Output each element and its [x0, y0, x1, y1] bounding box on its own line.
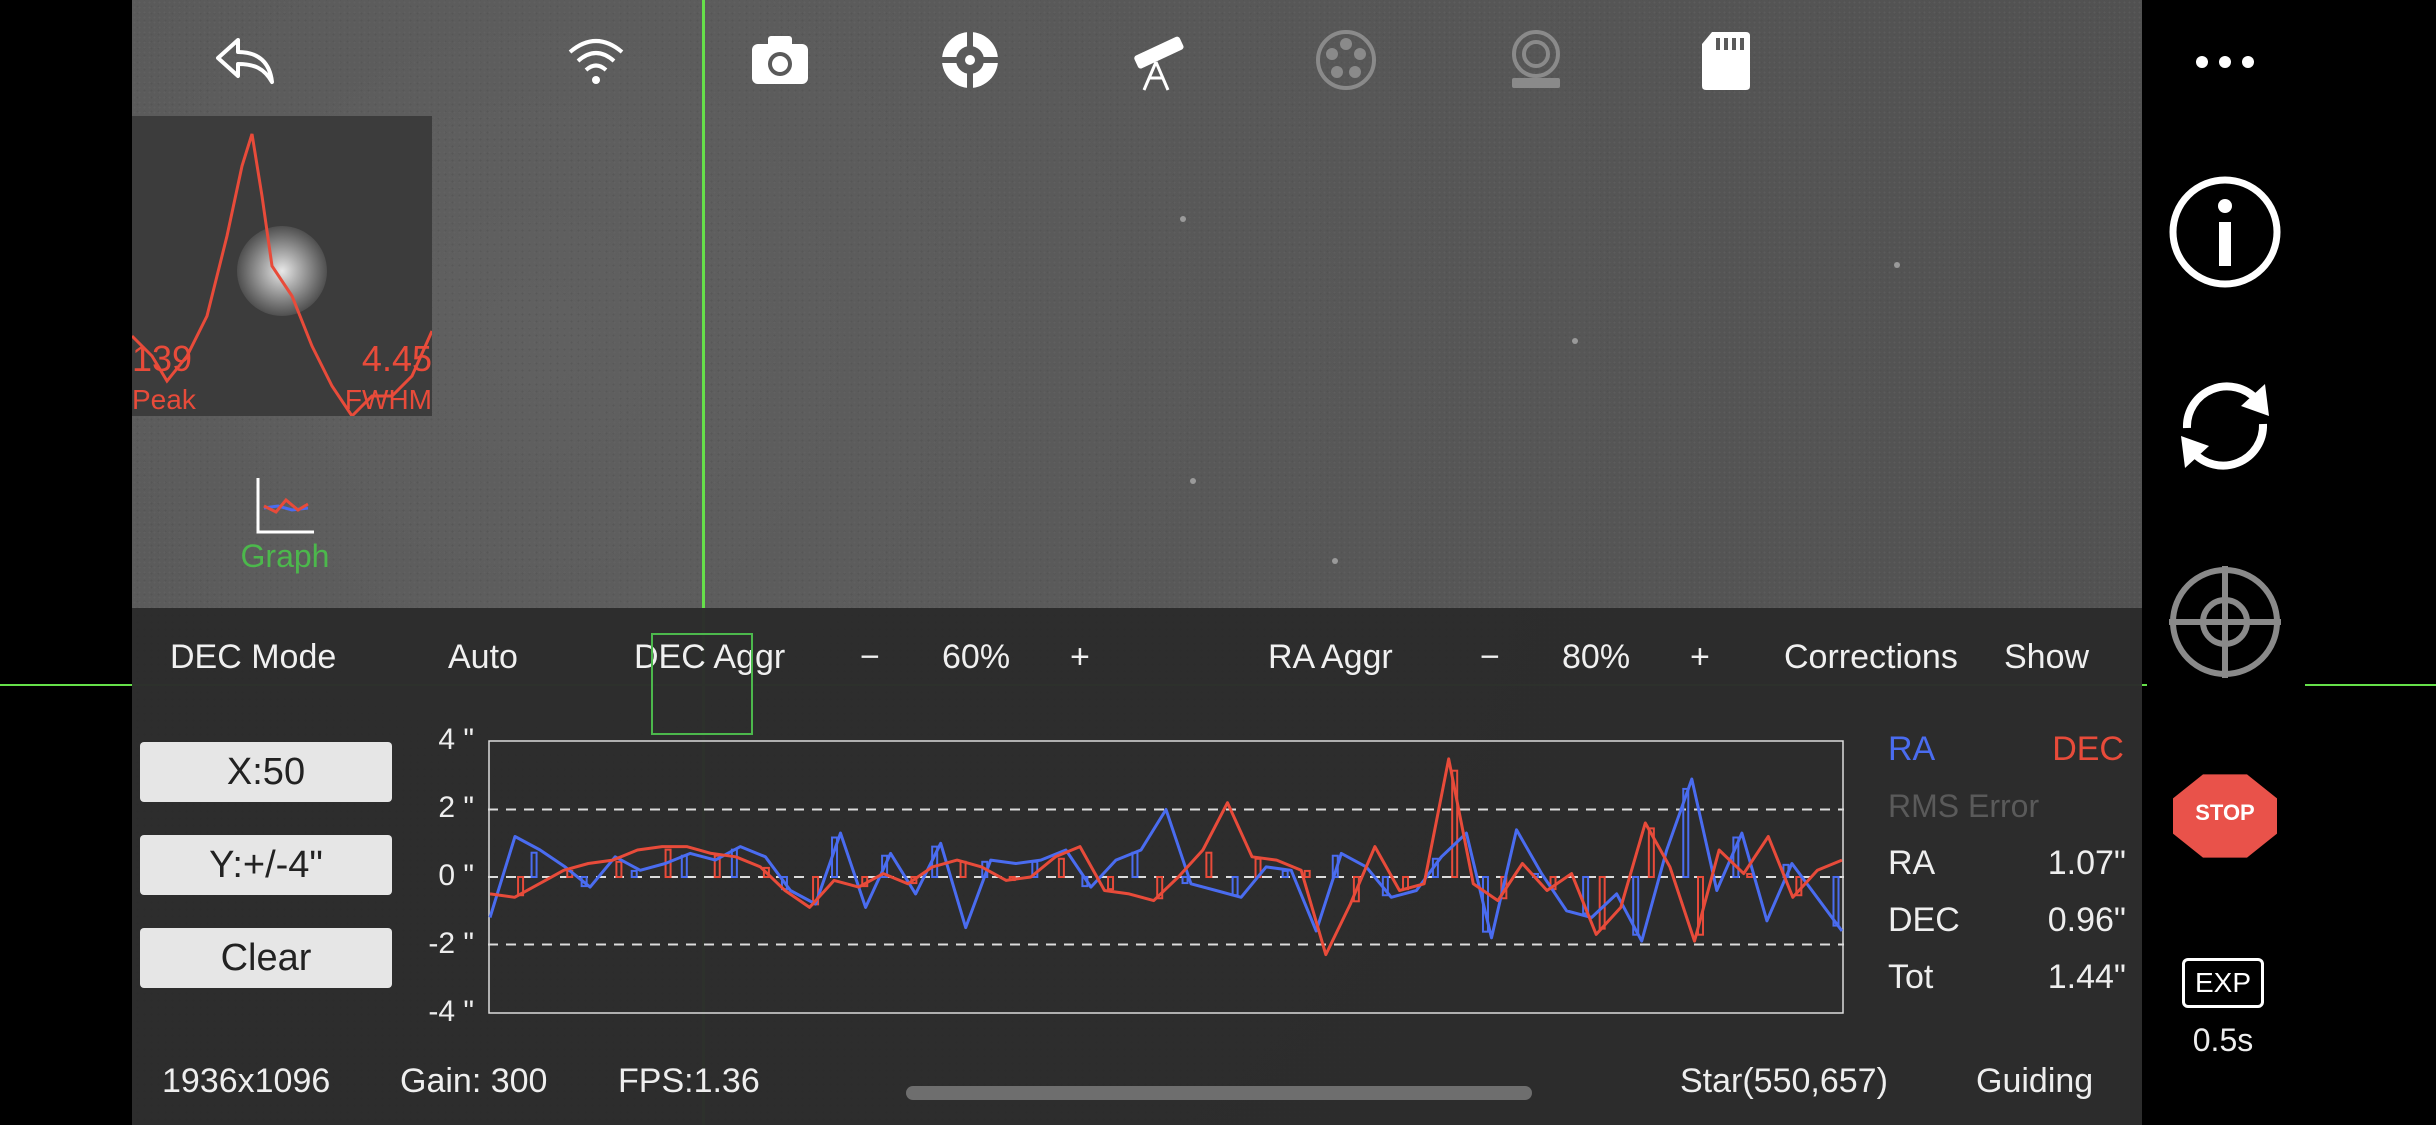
dec-legend: DEC: [2052, 730, 2124, 768]
ra-correction-bar: [730, 848, 738, 878]
peak-label: Peak: [132, 384, 196, 415]
crosshair-horizontal-right: [2305, 684, 2436, 686]
graph-button[interactable]: Graph: [230, 470, 340, 590]
ra-aggr-label: RA Aggr: [1268, 638, 1393, 676]
ra-correction-bar: [1131, 851, 1139, 878]
star-speck: [1180, 216, 1186, 222]
x-scale-button[interactable]: X:50: [140, 742, 392, 802]
dec-aggr-plus-button[interactable]: +: [1070, 638, 1090, 677]
dec-aggr-minus-button[interactable]: −: [860, 638, 880, 677]
clear-button[interactable]: Clear: [140, 928, 392, 988]
corrections-label: Corrections: [1784, 638, 1958, 676]
rms-error-title: RMS Error: [1888, 788, 2040, 824]
ra-aggr-value: 80%: [1562, 638, 1631, 676]
y-tick-label: 2 ": [438, 791, 474, 824]
back-icon[interactable]: [212, 28, 276, 92]
gain-text: Gain: 300: [400, 1062, 548, 1100]
fwhm-value: 4.45: [361, 338, 432, 379]
corrections-toggle[interactable]: Show: [2004, 638, 2089, 677]
ra-aggr-plus-button[interactable]: +: [1690, 638, 1710, 677]
rms-tot-label: Tot: [1888, 958, 1934, 996]
ra-aggr-minus-button[interactable]: −: [1480, 638, 1500, 677]
telescope-icon[interactable]: [1126, 28, 1190, 92]
dec-correction-bar: [1303, 869, 1311, 879]
dec-aggr-value: 60%: [942, 638, 1011, 676]
info-icon[interactable]: [2165, 172, 2285, 292]
focuser-icon: [1504, 28, 1568, 92]
ra-correction-bar: [1181, 876, 1189, 885]
rms-dec-value: 0.96": [2047, 901, 2126, 939]
y-tick-label: -2 ": [428, 927, 474, 960]
rms-dec-label: DEC: [1888, 901, 1960, 939]
exposure-button[interactable]: EXP: [2182, 958, 2264, 1008]
ra-legend: RA: [1888, 730, 1936, 768]
dec-correction-bar: [1598, 876, 1606, 930]
loop-icon[interactable]: [2165, 366, 2285, 486]
y-tick-label: -4 ": [428, 995, 474, 1028]
wifi-icon[interactable]: [564, 28, 628, 92]
dec-correction-bar: [1205, 851, 1213, 878]
more-icon[interactable]: [2190, 42, 2260, 82]
guide-target-icon[interactable]: [938, 28, 1002, 92]
filter-wheel-icon: [1314, 28, 1378, 92]
home-indicator: [906, 1086, 1532, 1100]
peak-value: 139: [132, 338, 193, 379]
rms-tot-value: 1.44": [2047, 958, 2126, 996]
graph-icon: [256, 478, 314, 534]
camera-icon[interactable]: [748, 28, 812, 92]
ra-correction-bar: [530, 851, 538, 878]
ra-correction-bar: [630, 869, 638, 879]
rms-ra-label: RA: [1888, 844, 1936, 882]
star-speck: [1332, 558, 1338, 564]
fps-text: FPS:1.36: [618, 1062, 760, 1100]
dec-correction-bar: [1057, 857, 1065, 879]
guiding-status: Guiding: [1976, 1062, 2094, 1100]
sd-card-icon[interactable]: [1694, 28, 1758, 92]
stop-label: STOP: [2195, 800, 2255, 825]
dec-mode-value[interactable]: Auto: [448, 638, 518, 677]
star-speck: [1190, 478, 1196, 484]
star-speck: [1894, 262, 1900, 268]
dec-correction-bar: [1746, 872, 1754, 878]
ra-correction-bar: [680, 854, 688, 879]
y-tick-label: 0 ": [438, 859, 474, 892]
ra-correction-bar: [1281, 869, 1289, 879]
crosshair-icon[interactable]: [2165, 562, 2285, 682]
rms-ra-value: 1.07": [2047, 844, 2126, 882]
y-tick-label: 4 ": [438, 723, 474, 756]
fwhm-label: FWHM: [344, 384, 432, 415]
stop-button[interactable]: STOP: [2165, 756, 2285, 876]
resolution-text: 1936x1096: [162, 1062, 331, 1100]
ra-correction-bar: [1231, 876, 1239, 897]
y-scale-button[interactable]: Y:+/-4": [140, 835, 392, 895]
dec-mode-label: DEC Mode: [170, 638, 337, 676]
exposure-value: 0.5s: [2192, 1022, 2254, 1058]
graph-label: Graph: [240, 538, 330, 574]
guide-star-box: [651, 633, 753, 735]
dec-correction-bar: [959, 860, 967, 878]
dec-correction-bar: [615, 860, 623, 878]
star-profile-thumbnail: 139 Peak 4.45 FWHM: [132, 116, 432, 416]
star-speck: [1572, 338, 1578, 344]
dec-correction-bar: [1107, 876, 1115, 891]
star-position-text: Star(550,657): [1680, 1062, 1888, 1100]
guide-graph: [488, 740, 1844, 1014]
